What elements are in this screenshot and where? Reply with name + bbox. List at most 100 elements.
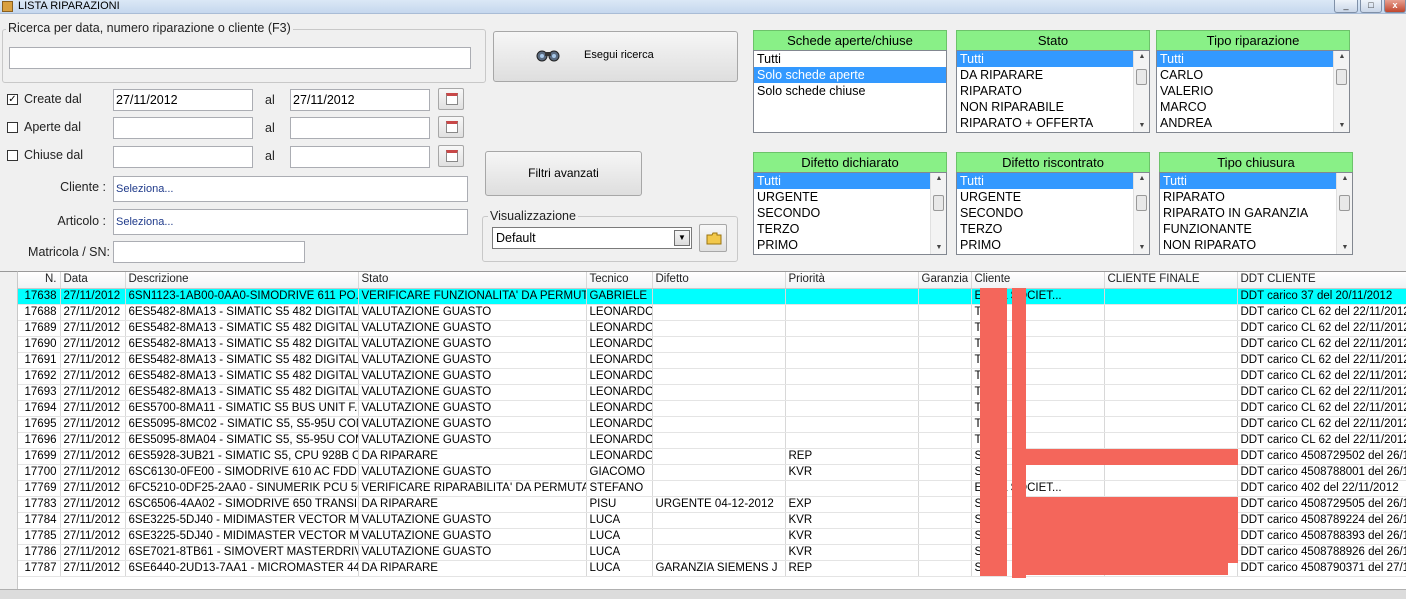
table-row[interactable]: 17696 27/11/2012 6ES5095-8MA04 - SIMATIC S… — [18, 432, 1406, 449]
list-item[interactable]: MARCO — [1157, 99, 1333, 115]
list-item[interactable]: VALERIO — [1157, 83, 1333, 99]
run-search-button[interactable]: Esegui ricerca — [493, 31, 738, 82]
scrollbar[interactable]: ▲ ▼ — [1133, 51, 1149, 132]
view-select[interactable]: Default ▼ — [492, 227, 692, 249]
column-header[interactable]: N. — [18, 272, 61, 289]
list-item[interactable]: Solo schede chiuse — [754, 83, 946, 99]
table-row[interactable]: 17690 27/11/2012 6ES5482-8MA13 - SIMATIC S… — [18, 336, 1406, 353]
opened-checkbox[interactable] — [7, 122, 18, 133]
list-item[interactable]: TERZO — [957, 221, 1133, 237]
column-header[interactable]: Priorità — [785, 272, 919, 289]
column-header[interactable]: DDT CLIENTE — [1237, 272, 1406, 289]
list-item[interactable]: URGENTE — [957, 189, 1133, 205]
serial-input[interactable] — [113, 241, 305, 263]
minimize-button[interactable]: _ — [1334, 0, 1358, 13]
list-item[interactable]: RIPARATO IN GARANZIA — [1160, 205, 1336, 221]
table-row[interactable]: 17638 27/11/2012 6SN1123-1AB00-0AA0-SIMODR… — [18, 288, 1406, 305]
listbox-tipo-chiusura[interactable]: Tutti RIPARATO RIPARATO IN GARANZIA FUNZION… — [1159, 172, 1353, 255]
created-from-input[interactable]: 27/11/2012 — [113, 89, 253, 111]
scrollbar[interactable]: ▲ ▼ — [1333, 51, 1349, 132]
list-item[interactable]: RIPARATO — [1160, 189, 1336, 205]
scroll-down-icon[interactable]: ▼ — [931, 242, 946, 254]
column-header[interactable]: Garanzia — [918, 272, 972, 289]
listbox-schede[interactable]: Tutti Solo schede aperte Solo schede chius… — [753, 50, 947, 133]
column-header[interactable]: Stato — [358, 272, 587, 289]
scrollbar[interactable]: ▲ ▼ — [930, 173, 946, 254]
column-header[interactable]: Data — [60, 272, 126, 289]
scrollbar[interactable]: ▲ ▼ — [1133, 173, 1149, 254]
list-item[interactable]: Tutti — [957, 173, 1133, 189]
scroll-up-icon[interactable]: ▲ — [1334, 51, 1349, 63]
scroll-down-icon[interactable]: ▼ — [1134, 242, 1149, 254]
scroll-thumb[interactable] — [1136, 195, 1147, 211]
closed-calendar-button[interactable] — [438, 145, 464, 167]
listbox-difetto-riscontrato[interactable]: Tutti URGENTE SECONDO TERZO PRIMO ▲ ▼ — [956, 172, 1150, 255]
list-item[interactable]: CARLO — [1157, 67, 1333, 83]
maximize-button[interactable]: □ — [1360, 0, 1382, 13]
scroll-thumb[interactable] — [1339, 195, 1350, 211]
search-input[interactable] — [9, 47, 471, 69]
article-select[interactable]: Seleziona... — [113, 209, 468, 235]
list-item[interactable]: SECONDO — [754, 205, 930, 221]
list-item[interactable]: FUNZIONANTE — [1160, 221, 1336, 237]
list-item[interactable]: ANDREA — [1157, 115, 1333, 131]
column-header[interactable]: CLIENTE FINALE — [1104, 272, 1238, 289]
opened-to-input[interactable] — [290, 117, 430, 139]
table-row[interactable]: 17693 27/11/2012 6ES5482-8MA13 - SIMATIC S… — [18, 384, 1406, 401]
table-row[interactable]: 17700 27/11/2012 6SC6130-0FE00 - SIMODRIVE… — [18, 464, 1406, 481]
list-item[interactable]: Tutti — [1157, 51, 1333, 67]
scroll-thumb[interactable] — [933, 195, 944, 211]
close-button[interactable]: x — [1384, 0, 1406, 13]
scrollbar[interactable]: ▲ ▼ — [1336, 173, 1352, 254]
list-item[interactable]: SECONDO — [957, 205, 1133, 221]
scroll-up-icon[interactable]: ▲ — [1337, 173, 1352, 185]
table-row[interactable]: 17769 27/11/2012 6FC5210-0DF25-2AA0 - SINU… — [18, 480, 1406, 497]
scroll-thumb[interactable] — [1136, 69, 1147, 85]
created-to-input[interactable]: 27/11/2012 — [290, 89, 430, 111]
list-item[interactable]: Solo schede aperte — [754, 67, 946, 83]
scroll-down-icon[interactable]: ▼ — [1334, 120, 1349, 132]
list-item[interactable]: RIPARATO + OFFERTA — [957, 115, 1133, 131]
table-row[interactable]: 17695 27/11/2012 6ES5095-8MC02 - SIMATIC S… — [18, 416, 1406, 433]
list-item[interactable]: PRIMO — [754, 237, 930, 253]
scroll-up-icon[interactable]: ▲ — [1134, 51, 1149, 63]
created-calendar-button[interactable] — [438, 88, 464, 110]
client-select[interactable]: Seleziona... — [113, 176, 468, 202]
listbox-difetto-dichiarato[interactable]: Tutti URGENTE SECONDO TERZO PRIMO ▲ ▼ — [753, 172, 947, 255]
opened-from-input[interactable] — [113, 117, 253, 139]
list-item[interactable]: NON RIPARATO — [1160, 237, 1336, 253]
list-item[interactable]: DA RIPARARE — [957, 67, 1133, 83]
table-row[interactable]: 17694 27/11/2012 6ES5700-8MA11 - SIMATIC S… — [18, 400, 1406, 417]
scroll-down-icon[interactable]: ▼ — [1134, 120, 1149, 132]
scroll-down-icon[interactable]: ▼ — [1337, 242, 1352, 254]
closed-to-input[interactable] — [290, 146, 430, 168]
chevron-down-icon[interactable]: ▼ — [674, 230, 690, 246]
scroll-thumb[interactable] — [1336, 69, 1347, 85]
list-item[interactable]: URGENTE — [754, 189, 930, 205]
list-item[interactable]: RIPARATO — [957, 83, 1133, 99]
list-item[interactable]: Tutti — [754, 51, 946, 67]
scroll-up-icon[interactable]: ▲ — [931, 173, 946, 185]
column-header[interactable]: Cliente — [971, 272, 1105, 289]
column-header[interactable]: Difetto — [652, 272, 786, 289]
list-item[interactable]: TERZO — [754, 221, 930, 237]
table-row[interactable]: 17692 27/11/2012 6ES5482-8MA13 - SIMATIC S… — [18, 368, 1406, 385]
closed-checkbox[interactable] — [7, 150, 18, 161]
opened-calendar-button[interactable] — [438, 116, 464, 138]
list-item[interactable]: Tutti — [1160, 173, 1336, 189]
table-row[interactable]: 17688 27/11/2012 6ES5482-8MA13 - SIMATIC S… — [18, 304, 1406, 321]
column-header[interactable]: Tecnico — [586, 272, 653, 289]
closed-from-input[interactable] — [113, 146, 253, 168]
listbox-tipo-riparazione[interactable]: Tutti CARLO VALERIO MARCO ANDREA ▲ ▼ — [1156, 50, 1350, 133]
table-row[interactable]: 17689 27/11/2012 6ES5482-8MA13 - SIMATIC S… — [18, 320, 1406, 337]
scroll-up-icon[interactable]: ▲ — [1134, 173, 1149, 185]
advanced-filters-button[interactable]: Filtri avanzati — [485, 151, 642, 196]
list-item[interactable]: Tutti — [754, 173, 930, 189]
list-item[interactable]: Tutti — [957, 51, 1133, 67]
listbox-stato[interactable]: Tutti DA RIPARARE RIPARATO NON RIPARABILE RI… — [956, 50, 1150, 133]
table-row[interactable]: 17691 27/11/2012 6ES5482-8MA13 - SIMATIC S… — [18, 352, 1406, 369]
open-view-button[interactable] — [699, 224, 727, 252]
column-header[interactable]: Descrizione — [125, 272, 359, 289]
list-item[interactable]: NON RIPARABILE — [957, 99, 1133, 115]
created-checkbox[interactable]: ✓ — [7, 94, 18, 105]
